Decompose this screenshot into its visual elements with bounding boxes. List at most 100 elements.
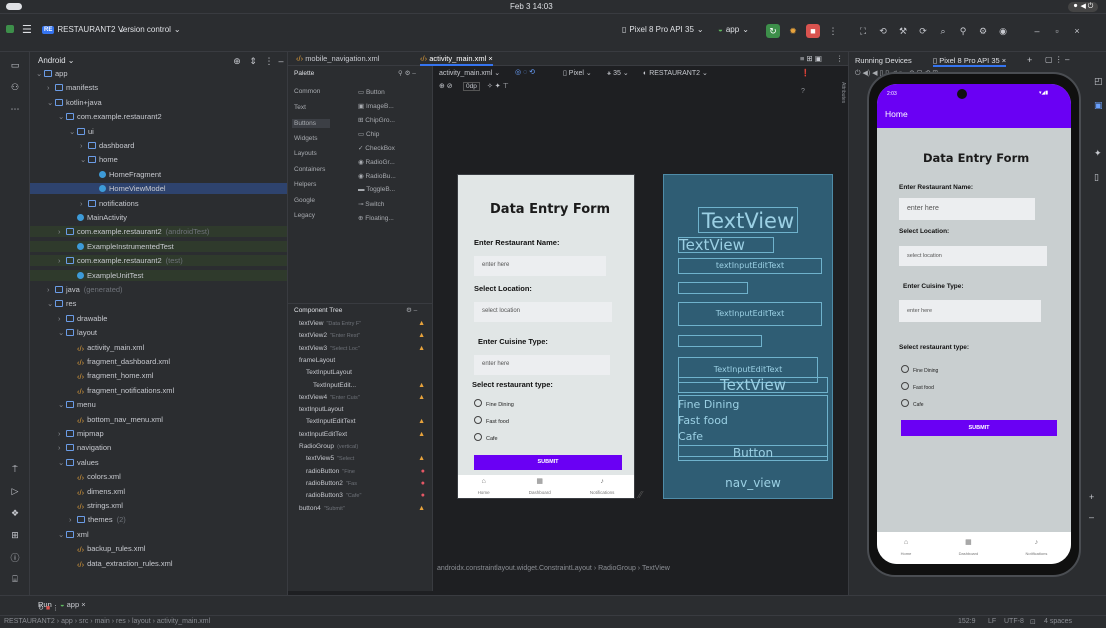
tree-item[interactable]: ⌄ kotlin+java (30, 97, 287, 108)
warning-icon[interactable]: ▲ (418, 453, 425, 464)
tree-item[interactable]: › navigation (30, 442, 287, 453)
layout-file-selector[interactable]: activity_main.xml ⌄ (439, 69, 500, 77)
panel-options-icon[interactable]: ▢ ⋮ – (1045, 55, 1069, 64)
tree-item[interactable]: › themes (2) (30, 514, 287, 525)
running-device-tab[interactable]: ▯ Pixel 8 Pro API 35 × (933, 56, 1007, 67)
tree-item[interactable]: ‹/› bottom_nav_menu.xml (30, 414, 287, 425)
search-icon[interactable]: ⚲ (956, 24, 970, 38)
logcat-icon[interactable]: ⊞ (8, 528, 22, 542)
tree-item[interactable]: ⌄ ui (30, 126, 287, 137)
rerun-icons[interactable]: ↻ ■ ⋮ (38, 604, 59, 612)
tab-activity-main[interactable]: ‹/› activity_main.xml × (420, 54, 493, 66)
device-explorer-icon[interactable]: ❖ (8, 506, 22, 520)
profiler-icon[interactable]: ⟲ (876, 24, 890, 38)
emu-nav-dashboard[interactable]: ▦ Dashboard (959, 538, 979, 556)
blueprint-edittext-2[interactable]: TextInputEditText (678, 302, 822, 326)
tree-item[interactable]: ⌄ values (30, 457, 287, 468)
chevron-down-icon[interactable]: ⌄ (58, 457, 66, 468)
locate-icon[interactable]: ⊕ (230, 54, 244, 68)
palette-category[interactable]: Legacy (294, 212, 315, 219)
apply-changes-icon[interactable]: ↻ (766, 24, 780, 38)
theme-selector[interactable]: ◐ RESTAURANT2 ⌄ (643, 69, 708, 77)
tree-item[interactable]: ‹/› fragment_notifications.xml (30, 385, 287, 396)
tree-item[interactable]: ‹/› colors.xml (30, 471, 287, 482)
tree-item[interactable]: HomeViewModel (30, 183, 287, 195)
path-segment[interactable]: main (95, 618, 110, 625)
emu-nav-notifications[interactable]: ♪ Notifications (1026, 539, 1048, 556)
chevron-right-icon[interactable]: › (58, 442, 66, 453)
account-icon[interactable]: ◉ (996, 24, 1010, 38)
tree-item[interactable]: ‹/› data_extraction_rules.xml (30, 558, 287, 569)
tree-item[interactable]: › com.example.restaurant2 (androidTest) (30, 226, 287, 238)
project-view-selector[interactable]: Android ⌄ (38, 56, 75, 65)
nav-home[interactable]: ⌂ Home (478, 478, 490, 495)
view-mode-icons[interactable]: ≡ ⊞ ▣ (800, 54, 822, 63)
palette-widget[interactable]: ⊕ Floating... (358, 214, 394, 222)
blueprint-textview-3[interactable]: TextView (678, 377, 828, 393)
run-tool-icon[interactable]: ▷ (8, 484, 22, 498)
palette-widget[interactable]: ⊞ ChipGro... (358, 116, 395, 124)
error-indicator-icon[interactable]: ❗ (801, 69, 810, 77)
tree-item[interactable]: ⌄ app (30, 68, 287, 79)
nav-dashboard[interactable]: ▦ Dashboard (529, 477, 551, 495)
palette-widget[interactable]: ▬ ToggleB... (358, 186, 395, 193)
blueprint-radio-2[interactable]: Fast food (678, 413, 788, 429)
palette-category[interactable]: Google (294, 197, 315, 204)
emu-cuisine-input[interactable]: enter here (899, 300, 1041, 322)
emu-nav-home[interactable]: ⌂ Home (901, 539, 912, 556)
tree-item[interactable]: ‹/› activity_main.xml (30, 342, 287, 353)
chevron-down-icon[interactable]: ⌄ (58, 111, 66, 122)
tree-item[interactable]: › java (generated) (30, 284, 287, 295)
tree-item[interactable]: ‹/› dimens.xml (30, 486, 287, 497)
layout-inspector-icon[interactable]: ⌕ (936, 24, 950, 38)
palette-search-icon[interactable]: ⚲ ⚙ – (398, 69, 416, 77)
device-selector[interactable]: ▯ Pixel 8 Pro API 35 ⌄ (622, 25, 704, 34)
emu-location-input[interactable]: select location (899, 246, 1047, 266)
blueprint-box[interactable] (678, 282, 748, 294)
breadcrumb-item[interactable]: androidx.constraintlayout.widget.Constra… (437, 565, 592, 572)
activities-icon[interactable] (6, 3, 22, 10)
line-ending[interactable]: LF (988, 618, 996, 625)
palette-category[interactable]: Widgets (294, 135, 317, 142)
tree-item[interactable]: MainActivity (30, 212, 287, 223)
palette-widget[interactable]: ▭ Chip (358, 130, 379, 138)
chevron-right-icon[interactable]: › (58, 313, 66, 324)
add-device-icon[interactable]: + (1027, 55, 1032, 65)
chevron-down-icon[interactable]: ⌄ (36, 68, 44, 79)
more-icon[interactable]: ⋮ (836, 54, 844, 63)
hide-panel-icon[interactable]: – (274, 54, 287, 68)
notifications-strip-icon[interactable]: ◰ (1094, 76, 1103, 87)
design-surface-icon[interactable]: ◎ ◌ ⟲ (515, 68, 535, 76)
chevron-right-icon[interactable]: › (58, 255, 66, 266)
submit-button[interactable]: SUBMIT (474, 455, 622, 470)
breadcrumb-item[interactable]: RadioGroup (598, 565, 636, 572)
blueprint-textview[interactable]: TextView (698, 207, 798, 233)
zoom-in-icon[interactable]: + (1089, 492, 1094, 502)
component-tree-settings-icon[interactable]: ⚙ – (406, 306, 417, 314)
tree-item[interactable]: ‹/› strings.xml (30, 500, 287, 511)
tree-item[interactable]: ⌄ menu (30, 399, 287, 410)
palette-category[interactable]: Common (294, 88, 320, 95)
component-tree-item[interactable]: TextInputEdit... ▲ (288, 380, 433, 391)
tree-item[interactable]: › notifications (30, 198, 287, 209)
status-path[interactable]: RESTAURANT2 › app › src › main › res › l… (4, 618, 210, 625)
emu-submit-button[interactable]: SUBMIT (901, 420, 1057, 436)
blueprint-box-2[interactable] (678, 335, 762, 347)
maximize-icon[interactable]: ▫ (1050, 24, 1064, 38)
palette-widget[interactable]: ✓ CheckBox (358, 144, 395, 152)
warning-icon[interactable]: ▲ (418, 392, 425, 403)
build-variants-icon[interactable]: ⍑ (8, 462, 22, 476)
chevron-right-icon[interactable]: › (47, 82, 55, 93)
tree-item[interactable]: › manifests (30, 82, 287, 93)
zoom-out-icon[interactable]: – (1089, 512, 1094, 522)
component-tree-item[interactable]: textView3 "Select Loc" ▲ (288, 343, 433, 354)
component-tree-item[interactable]: textView5 "Select ▲ (288, 453, 433, 464)
warning-icon[interactable]: ▲ (418, 330, 425, 341)
palette-category[interactable]: Helpers (294, 181, 316, 188)
component-tree-item[interactable]: textView4 "Enter Cuis" ▲ (288, 392, 433, 403)
tree-item[interactable]: ‹/› fragment_dashboard.xml (30, 356, 287, 367)
close-icon[interactable]: × (1070, 24, 1084, 38)
tree-item[interactable]: ExampleInstrumentedTest (30, 240, 287, 252)
blueprint-textview-2[interactable]: TextView (678, 237, 774, 253)
debug-icon[interactable]: ✹ (786, 24, 800, 38)
